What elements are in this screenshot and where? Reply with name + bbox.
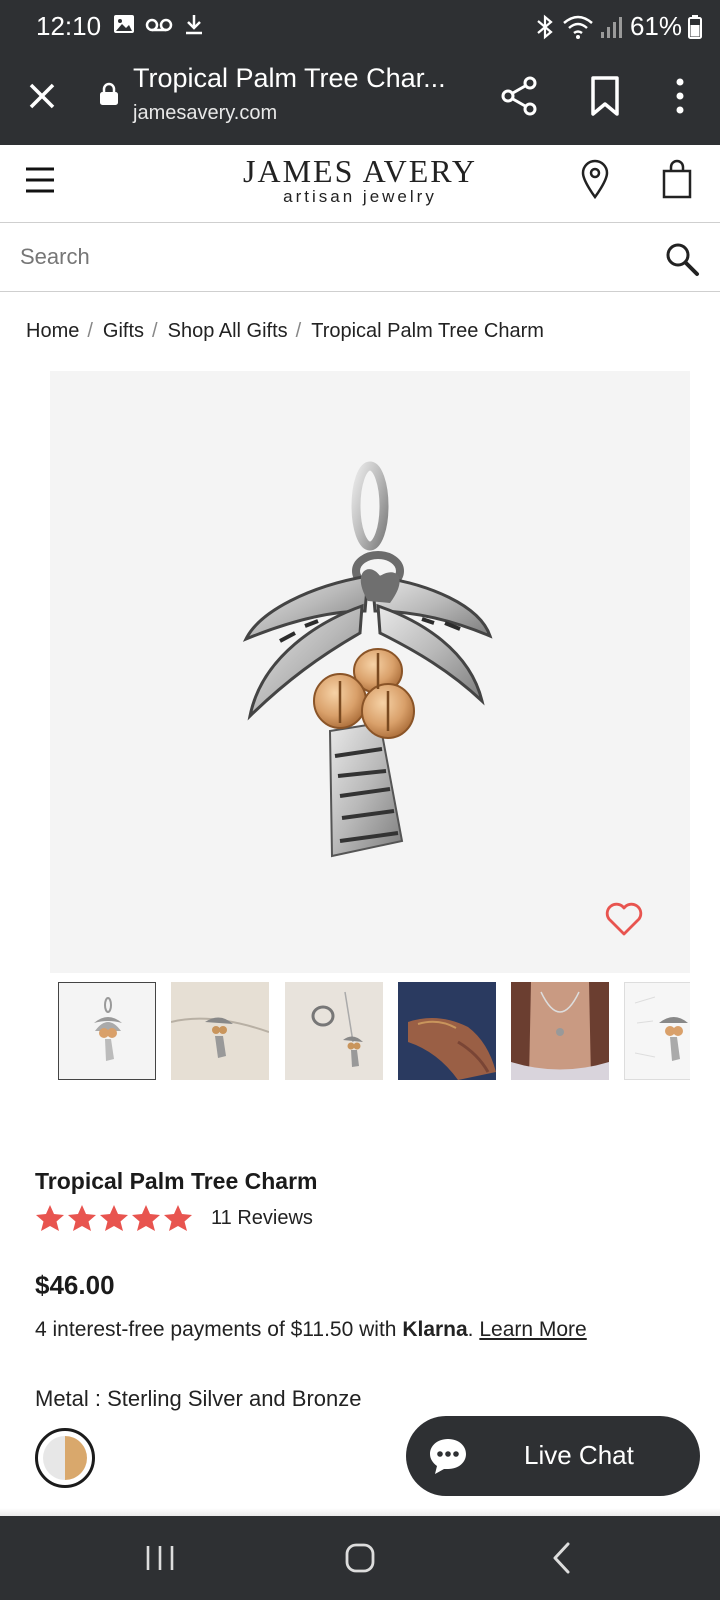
search-bar [0, 222, 720, 292]
share-icon[interactable] [500, 74, 540, 118]
thumbnail-2[interactable] [171, 982, 269, 1080]
klarna-brand: Klarna [402, 1318, 468, 1341]
thumbnail-4[interactable] [398, 982, 496, 1080]
brand-name: JAMES AVERY [243, 153, 477, 189]
breadcrumb-gifts[interactable]: Gifts [103, 320, 144, 343]
thumbnail-1[interactable] [58, 982, 156, 1080]
star-icon [164, 1205, 192, 1231]
product-main-image[interactable] [50, 371, 690, 973]
status-system-icons: 61% [534, 11, 702, 42]
system-nav-bar [0, 1516, 720, 1600]
product-title: Tropical Palm Tree Charm [35, 1168, 318, 1194]
wifi-icon [563, 15, 593, 39]
page-title[interactable]: Tropical Palm Tree Char... [133, 63, 446, 94]
heart-icon[interactable] [604, 901, 644, 937]
shopping-bag-icon[interactable] [660, 159, 694, 199]
thumbnail-3[interactable] [285, 982, 383, 1080]
financing-suffix: . [467, 1318, 480, 1341]
thumbnail-strip [58, 982, 690, 1080]
search-icon[interactable] [664, 241, 700, 277]
star-icon [132, 1205, 160, 1231]
breadcrumb-separator: / [87, 320, 93, 342]
palm-tree-charm-image [242, 461, 493, 858]
financing-message: 4 interest-free payments of $11.50 with … [35, 1318, 587, 1342]
chat-bubble-icon [430, 1439, 466, 1474]
bluetooth-icon [537, 14, 553, 39]
brand-logo[interactable]: JAMES AVERY artisan jewelry [0, 153, 720, 207]
learn-more-link[interactable]: Learn More [479, 1318, 586, 1341]
more-vertical-icon[interactable] [660, 74, 700, 118]
star-icon [68, 1205, 96, 1231]
thumbnail-6[interactable] [624, 982, 690, 1080]
voicemail-icon [145, 18, 173, 32]
thumbnail-neck-model [511, 982, 609, 1080]
location-pin-icon[interactable] [580, 159, 610, 199]
screen: 12:10 61% Tropical Palm Tree Char... jam… [0, 0, 720, 1600]
image-icon [114, 15, 134, 33]
close-icon[interactable] [24, 78, 60, 114]
reviews-link[interactable]: 11 Reviews [211, 1207, 313, 1230]
page-domain[interactable]: jamesavery.com [133, 102, 277, 125]
battery-icon [688, 14, 702, 39]
breadcrumb: Home / Gifts / Shop All Gifts / Tropical… [26, 320, 544, 343]
star-icon [100, 1205, 128, 1231]
swatch-color [43, 1436, 87, 1480]
breadcrumb-home[interactable]: Home [26, 320, 79, 343]
metal-option-label: Metal : Sterling Silver and Bronze [35, 1386, 362, 1411]
product-rating[interactable]: 11 Reviews [35, 1204, 313, 1232]
page-bottom-edge [0, 1508, 720, 1516]
status-bar: 12:10 61% [0, 0, 720, 52]
search-input[interactable] [20, 237, 640, 277]
thumbnail-palm-charm-alt [625, 983, 690, 1079]
financing-text: 4 interest-free payments of $11.50 with [35, 1318, 403, 1341]
metal-swatch-silver-bronze[interactable] [35, 1428, 95, 1488]
back-icon[interactable] [548, 1538, 576, 1578]
bookmark-icon[interactable] [585, 74, 625, 118]
thumbnail-5[interactable] [511, 982, 609, 1080]
live-chat-button[interactable]: Live Chat [406, 1416, 700, 1496]
star-icon [36, 1205, 64, 1231]
brand-tagline: artisan jewelry [283, 187, 437, 206]
status-notification-icons [112, 12, 206, 36]
recent-apps-icon[interactable] [140, 1540, 180, 1576]
breadcrumb-separator: / [152, 320, 158, 342]
breadcrumb-separator: / [295, 320, 302, 342]
home-icon[interactable] [340, 1538, 380, 1578]
thumbnail-ring-necklace [285, 982, 383, 1080]
battery-percent: 61% [629, 11, 682, 41]
site-header: JAMES AVERY artisan jewelry [0, 145, 720, 222]
rating-stars [35, 1204, 193, 1232]
thumbnail-charm-bracelet [171, 982, 269, 1080]
breadcrumb-current: Tropical Palm Tree Charm [311, 320, 544, 342]
signal-icon [600, 16, 622, 38]
status-time: 12:10 [36, 11, 102, 41]
browser-toolbar: Tropical Palm Tree Char... jamesavery.co… [0, 52, 720, 145]
product-price: $46.00 [35, 1270, 115, 1300]
thumbnail-wrist-model [398, 982, 496, 1080]
live-chat-label: Live Chat [524, 1440, 634, 1470]
lock-icon [100, 82, 118, 105]
breadcrumb-shop-all-gifts[interactable]: Shop All Gifts [168, 320, 288, 343]
thumbnail-palm-charm [94, 997, 122, 1061]
download-icon [186, 15, 202, 35]
